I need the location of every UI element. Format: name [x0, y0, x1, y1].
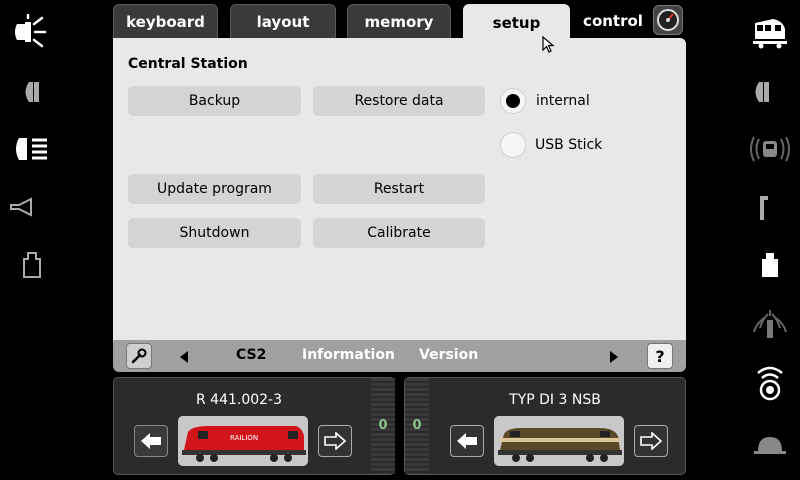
tab-layout[interactable]: layout	[230, 4, 336, 38]
mouse-cursor-icon	[542, 36, 555, 53]
radio-sound-icon[interactable]	[750, 362, 790, 402]
pantograph-icon[interactable]	[752, 194, 776, 222]
usb-stick-label: USB Stick	[535, 137, 603, 153]
tab-setup[interactable]: setup	[463, 4, 570, 40]
svg-text:RAILION: RAILION	[230, 434, 258, 442]
help-button[interactable]: ?	[647, 343, 673, 369]
direction-right-button[interactable]	[318, 425, 352, 457]
tab-memory[interactable]: memory	[347, 4, 451, 38]
gauge-icon[interactable]	[653, 5, 683, 35]
speed-indicator[interactable]: 0	[371, 378, 395, 474]
headlight-icon[interactable]	[18, 78, 46, 106]
restore-data-button[interactable]: Restore data	[313, 86, 485, 116]
train-icon[interactable]	[750, 14, 790, 50]
bar-item-cs2[interactable]: CS2	[236, 347, 266, 363]
panel-title: Central Station	[128, 56, 248, 72]
loco-image[interactable]: RAILION	[178, 416, 308, 466]
bar-item-information[interactable]: Information	[302, 347, 395, 363]
internal-label: internal	[536, 93, 590, 109]
shutdown-button[interactable]: Shutdown	[128, 218, 301, 248]
headlight-icon[interactable]	[748, 78, 776, 106]
direction-left-button[interactable]	[134, 425, 168, 457]
update-program-button[interactable]: Update program	[128, 174, 301, 204]
panel-navigation-bar: CS2 Information Version ?	[113, 340, 686, 372]
coupler-icon[interactable]	[18, 250, 46, 280]
cab-light-icon[interactable]	[748, 134, 792, 164]
loco-name: TYP DI 3 NSB	[509, 392, 601, 408]
loco-name: R 441.002-3	[195, 392, 283, 408]
horn-icon[interactable]	[8, 196, 36, 218]
dome-icon[interactable]	[752, 432, 788, 456]
prev-page-icon[interactable]	[178, 349, 190, 368]
loco-panel-2: 0 TYP DI 3 NSB	[404, 377, 686, 475]
setup-panel: Central Station Backup Restore data Upda…	[113, 38, 686, 340]
usb-stick-radio[interactable]	[500, 132, 526, 158]
direction-right-button[interactable]	[634, 425, 668, 457]
smoke-icon[interactable]	[748, 306, 792, 340]
wrench-icon[interactable]	[126, 343, 152, 369]
tab-control[interactable]: control	[578, 4, 648, 38]
restart-button[interactable]: Restart	[313, 174, 485, 204]
internal-radio[interactable]	[500, 88, 526, 114]
high-beam-icon[interactable]	[12, 134, 50, 164]
loco-panel-1: R 441.002-3 RAILION 0	[113, 377, 395, 475]
coupler-icon[interactable]	[756, 250, 784, 280]
next-page-icon[interactable]	[608, 349, 620, 368]
tab-keyboard[interactable]: keyboard	[113, 4, 218, 38]
calibrate-button[interactable]: Calibrate	[313, 218, 485, 248]
backup-button[interactable]: Backup	[128, 86, 301, 116]
direction-left-button[interactable]	[450, 425, 484, 457]
light-icon[interactable]	[10, 14, 50, 50]
bar-item-version[interactable]: Version	[419, 347, 478, 363]
loco-image[interactable]	[494, 416, 624, 466]
